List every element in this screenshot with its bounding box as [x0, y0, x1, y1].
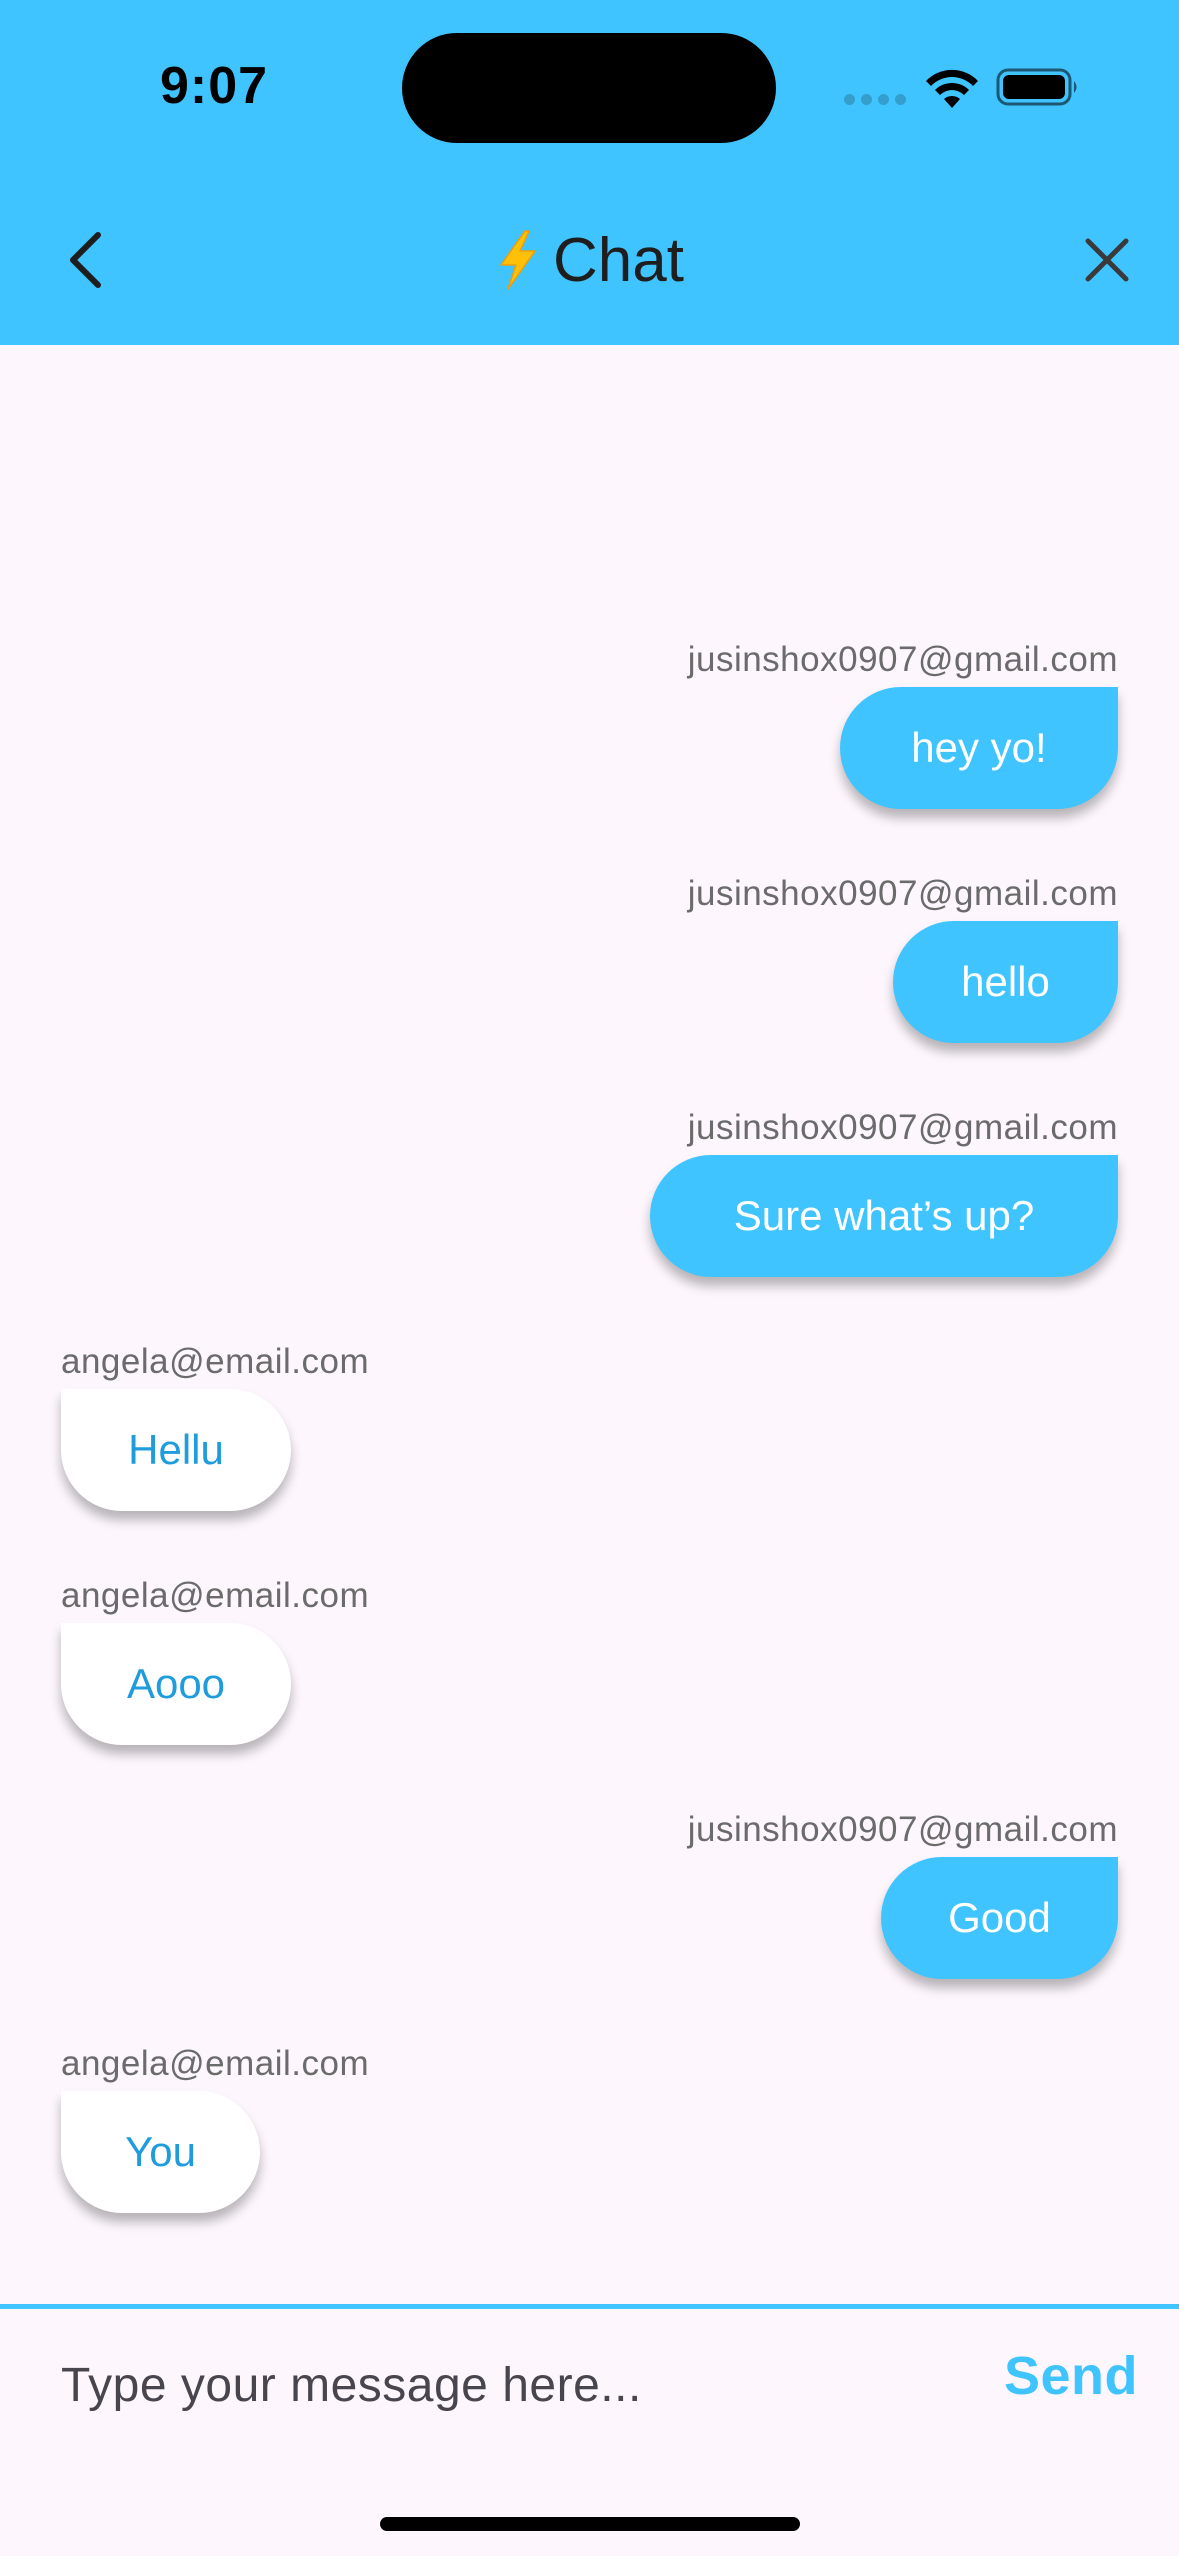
message-input[interactable] [61, 2350, 961, 2420]
message-text: Hellu [128, 1426, 224, 1473]
message-text: Sure what’s up? [733, 1192, 1035, 1239]
page-title-text: Chat [553, 225, 684, 295]
message-sender: jusinshox0907@gmail.com [687, 1108, 1118, 1147]
app-bar: 9:07 Chat [0, 0, 1179, 345]
message-bubble-incoming: Aooo [61, 1623, 291, 1745]
message-sender: jusinshox0907@gmail.com [687, 874, 1118, 913]
close-icon [1085, 238, 1129, 282]
wifi-icon [926, 69, 978, 108]
cellular-signal-icon [844, 94, 908, 108]
message-sender: angela@email.com [61, 1576, 370, 1615]
message-bubble-incoming: You [61, 2091, 260, 2213]
home-indicator [380, 2517, 800, 2531]
message-sender: angela@email.com [61, 2044, 370, 2083]
battery-icon [996, 68, 1077, 106]
message-text: You [125, 2128, 196, 2175]
composer-divider [0, 2304, 1179, 2309]
message-sender: angela@email.com [61, 1342, 370, 1381]
dynamic-island [402, 33, 776, 143]
message-bubble-outgoing: hello [893, 921, 1118, 1043]
close-button[interactable] [1075, 225, 1139, 295]
message-bubble-outgoing: Good [881, 1857, 1118, 1979]
message-bubble-incoming: Hellu [61, 1389, 291, 1511]
message-text: Good [948, 1894, 1051, 1941]
message-sender: jusinshox0907@gmail.com [687, 1810, 1118, 1849]
status-time: 9:07 [160, 57, 269, 115]
send-button[interactable]: Send [1004, 2345, 1138, 2407]
message-bubble-outgoing: Sure what’s up? [650, 1155, 1118, 1277]
page-title: Chat [0, 220, 1179, 300]
message-bubble-outgoing: hey yo! [840, 687, 1118, 809]
lightning-bolt-icon [500, 230, 536, 290]
message-text: hey yo! [911, 724, 1047, 771]
message-text: Aooo [126, 1660, 226, 1707]
message-text: hello [961, 958, 1050, 1005]
message-sender: jusinshox0907@gmail.com [687, 640, 1118, 679]
